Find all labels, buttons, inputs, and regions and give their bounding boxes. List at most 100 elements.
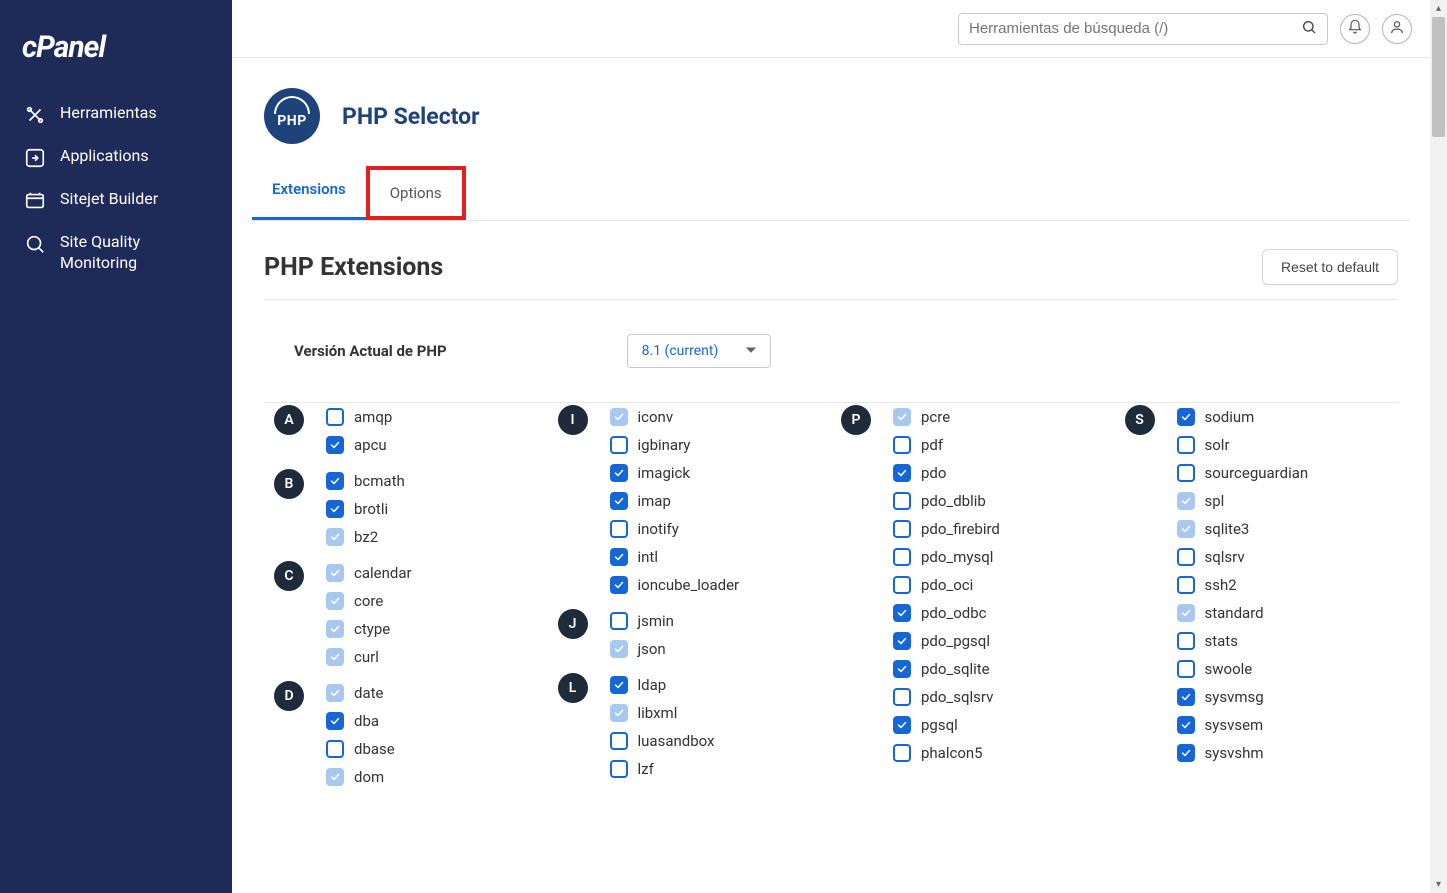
sidebar-item-sitejet[interactable]: Sitejet Builder bbox=[0, 179, 232, 222]
checkbox[interactable] bbox=[610, 520, 628, 538]
ext-item-bz2[interactable]: bz2 bbox=[326, 523, 538, 551]
sidebar-item-quality[interactable]: Site Quality Monitoring bbox=[0, 222, 232, 284]
checkbox[interactable] bbox=[610, 612, 628, 630]
checkbox[interactable] bbox=[893, 688, 911, 706]
ext-item-sysvmsg[interactable]: sysvmsg bbox=[1177, 683, 1389, 711]
ext-item-phalcon5[interactable]: phalcon5 bbox=[893, 739, 1105, 767]
ext-item-dbase[interactable]: dbase bbox=[326, 735, 538, 763]
checkbox[interactable] bbox=[610, 760, 628, 778]
ext-item-bcmath[interactable]: bcmath bbox=[326, 467, 538, 495]
scrollbar[interactable]: ▴ ▾ bbox=[1430, 0, 1447, 893]
checkbox[interactable] bbox=[1177, 548, 1195, 566]
checkbox[interactable] bbox=[610, 492, 628, 510]
checkbox[interactable] bbox=[326, 500, 344, 518]
ext-item-amqp[interactable]: amqp bbox=[326, 403, 538, 431]
ext-item-pdo_sqlite[interactable]: pdo_sqlite bbox=[893, 655, 1105, 683]
ext-item-dba[interactable]: dba bbox=[326, 707, 538, 735]
ext-item-standard[interactable]: standard bbox=[1177, 599, 1389, 627]
checkbox[interactable] bbox=[1177, 716, 1195, 734]
ext-item-sqlite3[interactable]: sqlite3 bbox=[1177, 515, 1389, 543]
checkbox[interactable] bbox=[893, 632, 911, 650]
scroll-up-icon[interactable]: ▴ bbox=[1430, 0, 1447, 17]
ext-item-pdo_pgsql[interactable]: pdo_pgsql bbox=[893, 627, 1105, 655]
checkbox[interactable] bbox=[610, 408, 628, 426]
checkbox[interactable] bbox=[1177, 604, 1195, 622]
checkbox[interactable] bbox=[326, 408, 344, 426]
ext-item-pdo_dblib[interactable]: pdo_dblib bbox=[893, 487, 1105, 515]
checkbox[interactable] bbox=[893, 716, 911, 734]
checkbox[interactable] bbox=[893, 520, 911, 538]
checkbox[interactable] bbox=[893, 464, 911, 482]
ext-item-brotli[interactable]: brotli bbox=[326, 495, 538, 523]
checkbox[interactable] bbox=[1177, 492, 1195, 510]
checkbox[interactable] bbox=[610, 576, 628, 594]
search-input[interactable] bbox=[969, 20, 1293, 37]
sidebar-item-applications[interactable]: Applications bbox=[0, 136, 232, 179]
checkbox[interactable] bbox=[1177, 436, 1195, 454]
notifications-button[interactable] bbox=[1340, 14, 1370, 44]
checkbox[interactable] bbox=[326, 684, 344, 702]
ext-item-ldap[interactable]: ldap bbox=[610, 671, 822, 699]
ext-item-swoole[interactable]: swoole bbox=[1177, 655, 1389, 683]
ext-item-sqlsrv[interactable]: sqlsrv bbox=[1177, 543, 1389, 571]
ext-item-spl[interactable]: spl bbox=[1177, 487, 1389, 515]
ext-item-pdo_odbc[interactable]: pdo_odbc bbox=[893, 599, 1105, 627]
tab-options[interactable]: Options bbox=[366, 166, 466, 220]
ext-item-igbinary[interactable]: igbinary bbox=[610, 431, 822, 459]
ext-item-pdf[interactable]: pdf bbox=[893, 431, 1105, 459]
ext-item-calendar[interactable]: calendar bbox=[326, 559, 538, 587]
ext-item-jsmin[interactable]: jsmin bbox=[610, 607, 822, 635]
checkbox[interactable] bbox=[326, 620, 344, 638]
ext-item-ssh2[interactable]: ssh2 bbox=[1177, 571, 1389, 599]
ext-item-luasandbox[interactable]: luasandbox bbox=[610, 727, 822, 755]
reset-button[interactable]: Reset to default bbox=[1262, 249, 1398, 285]
ext-item-ctype[interactable]: ctype bbox=[326, 615, 538, 643]
checkbox[interactable] bbox=[326, 528, 344, 546]
checkbox[interactable] bbox=[610, 464, 628, 482]
checkbox[interactable] bbox=[1177, 688, 1195, 706]
ext-item-imap[interactable]: imap bbox=[610, 487, 822, 515]
ext-item-lzf[interactable]: lzf bbox=[610, 755, 822, 783]
checkbox[interactable] bbox=[610, 640, 628, 658]
checkbox[interactable] bbox=[610, 436, 628, 454]
checkbox[interactable] bbox=[1177, 660, 1195, 678]
ext-item-ioncube_loader[interactable]: ioncube_loader bbox=[610, 571, 822, 599]
checkbox[interactable] bbox=[893, 408, 911, 426]
checkbox[interactable] bbox=[1177, 576, 1195, 594]
ext-item-pgsql[interactable]: pgsql bbox=[893, 711, 1105, 739]
ext-item-inotify[interactable]: inotify bbox=[610, 515, 822, 543]
checkbox[interactable] bbox=[1177, 464, 1195, 482]
ext-item-pdo[interactable]: pdo bbox=[893, 459, 1105, 487]
ext-item-core[interactable]: core bbox=[326, 587, 538, 615]
ext-item-libxml[interactable]: libxml bbox=[610, 699, 822, 727]
checkbox[interactable] bbox=[610, 548, 628, 566]
ext-item-iconv[interactable]: iconv bbox=[610, 403, 822, 431]
checkbox[interactable] bbox=[1177, 744, 1195, 762]
checkbox[interactable] bbox=[326, 648, 344, 666]
scroll-down-icon[interactable]: ▾ bbox=[1430, 876, 1447, 893]
checkbox[interactable] bbox=[1177, 408, 1195, 426]
ext-item-pdo_firebird[interactable]: pdo_firebird bbox=[893, 515, 1105, 543]
checkbox[interactable] bbox=[893, 492, 911, 510]
checkbox[interactable] bbox=[326, 564, 344, 582]
ext-item-apcu[interactable]: apcu bbox=[326, 431, 538, 459]
ext-item-pdo_mysql[interactable]: pdo_mysql bbox=[893, 543, 1105, 571]
checkbox[interactable] bbox=[610, 732, 628, 750]
checkbox[interactable] bbox=[893, 604, 911, 622]
ext-item-sysvshm[interactable]: sysvshm bbox=[1177, 739, 1389, 767]
ext-item-solr[interactable]: solr bbox=[1177, 431, 1389, 459]
checkbox[interactable] bbox=[610, 676, 628, 694]
ext-item-pcre[interactable]: pcre bbox=[893, 403, 1105, 431]
ext-item-stats[interactable]: stats bbox=[1177, 627, 1389, 655]
ext-item-date[interactable]: date bbox=[326, 679, 538, 707]
search-box[interactable] bbox=[958, 13, 1328, 45]
checkbox[interactable] bbox=[893, 744, 911, 762]
checkbox[interactable] bbox=[326, 768, 344, 786]
ext-item-sodium[interactable]: sodium bbox=[1177, 403, 1389, 431]
checkbox[interactable] bbox=[893, 436, 911, 454]
ext-item-imagick[interactable]: imagick bbox=[610, 459, 822, 487]
checkbox[interactable] bbox=[610, 704, 628, 722]
checkbox[interactable] bbox=[326, 592, 344, 610]
checkbox[interactable] bbox=[326, 436, 344, 454]
account-button[interactable] bbox=[1382, 14, 1412, 44]
